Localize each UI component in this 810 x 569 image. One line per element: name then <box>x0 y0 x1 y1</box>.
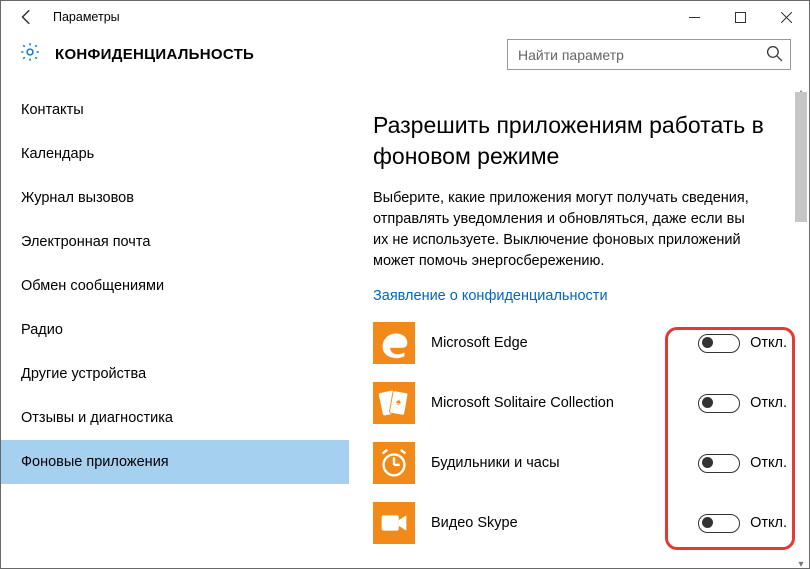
toggle-switch[interactable] <box>698 334 740 353</box>
sidebar-item-3[interactable]: Электронная почта <box>1 220 349 264</box>
close-button[interactable] <box>763 1 809 33</box>
gear-icon <box>19 41 41 68</box>
toggle-switch[interactable] <box>698 514 740 533</box>
scrollbar-thumb[interactable] <box>795 92 807 222</box>
minimize-button[interactable] <box>671 1 717 33</box>
back-button[interactable] <box>13 3 41 31</box>
sidebar-item-4[interactable]: Обмен сообщениями <box>1 264 349 308</box>
header: КОНФИДЕНЦИАЛЬНОСТЬ <box>1 33 809 88</box>
scrollbar[interactable]: ▴ ▾ <box>795 88 807 568</box>
main-heading: Разрешить приложениям работать в фоновом… <box>373 110 793 172</box>
toggle-state: Откл. <box>750 455 787 471</box>
toggle-state: Откл. <box>750 335 787 351</box>
maximize-button[interactable] <box>717 1 763 33</box>
sidebar-item-0[interactable]: Контакты <box>1 88 349 132</box>
app-row-0: Microsoft Edge Откл. <box>373 322 793 364</box>
sidebar-item-7[interactable]: Отзывы и диагностика <box>1 396 349 440</box>
titlebar: Параметры <box>1 1 809 33</box>
sidebar-item-2[interactable]: Журнал вызовов <box>1 176 349 220</box>
app-row-1: ♠ Microsoft Solitaire Collection Откл. <box>373 382 793 424</box>
solitaire-icon: ♠ <box>373 382 415 424</box>
scroll-down-icon[interactable]: ▾ <box>795 558 807 568</box>
app-name: Видео Skype <box>431 515 698 531</box>
sidebar-item-5[interactable]: Радио <box>1 308 349 352</box>
sidebar-item-8[interactable]: Фоновые приложения <box>1 440 349 484</box>
video-icon <box>373 502 415 544</box>
app-name: Microsoft Solitaire Collection <box>431 395 698 411</box>
settings-window: Параметры КОНФИДЕНЦИАЛЬНОСТЬ <box>0 0 810 569</box>
toggle-switch[interactable] <box>698 394 740 413</box>
window-title: Параметры <box>53 10 120 24</box>
main-description: Выберите, какие приложения могут получат… <box>373 188 753 272</box>
toggle-state: Откл. <box>750 395 787 411</box>
toggle-state: Откл. <box>750 515 787 531</box>
main-content: Разрешить приложениям работать в фоновом… <box>373 88 793 568</box>
sidebar-item-6[interactable]: Другие устройства <box>1 352 349 396</box>
page-title: КОНФИДЕНЦИАЛЬНОСТЬ <box>55 46 254 63</box>
privacy-link[interactable]: Заявление о конфиденциальности <box>373 288 793 304</box>
app-name: Будильники и часы <box>431 455 698 471</box>
edge-icon <box>373 322 415 364</box>
search-icon <box>766 45 783 67</box>
sidebar-item-1[interactable]: Календарь <box>1 132 349 176</box>
app-row-2: Будильники и часы Откл. <box>373 442 793 484</box>
app-name: Microsoft Edge <box>431 335 698 351</box>
sidebar: КонтактыКалендарьЖурнал вызововЭлектронн… <box>1 88 349 568</box>
alarm-icon <box>373 442 415 484</box>
search-input[interactable] <box>507 39 791 70</box>
app-row-3: Видео Skype Откл. <box>373 502 793 544</box>
toggle-switch[interactable] <box>698 454 740 473</box>
